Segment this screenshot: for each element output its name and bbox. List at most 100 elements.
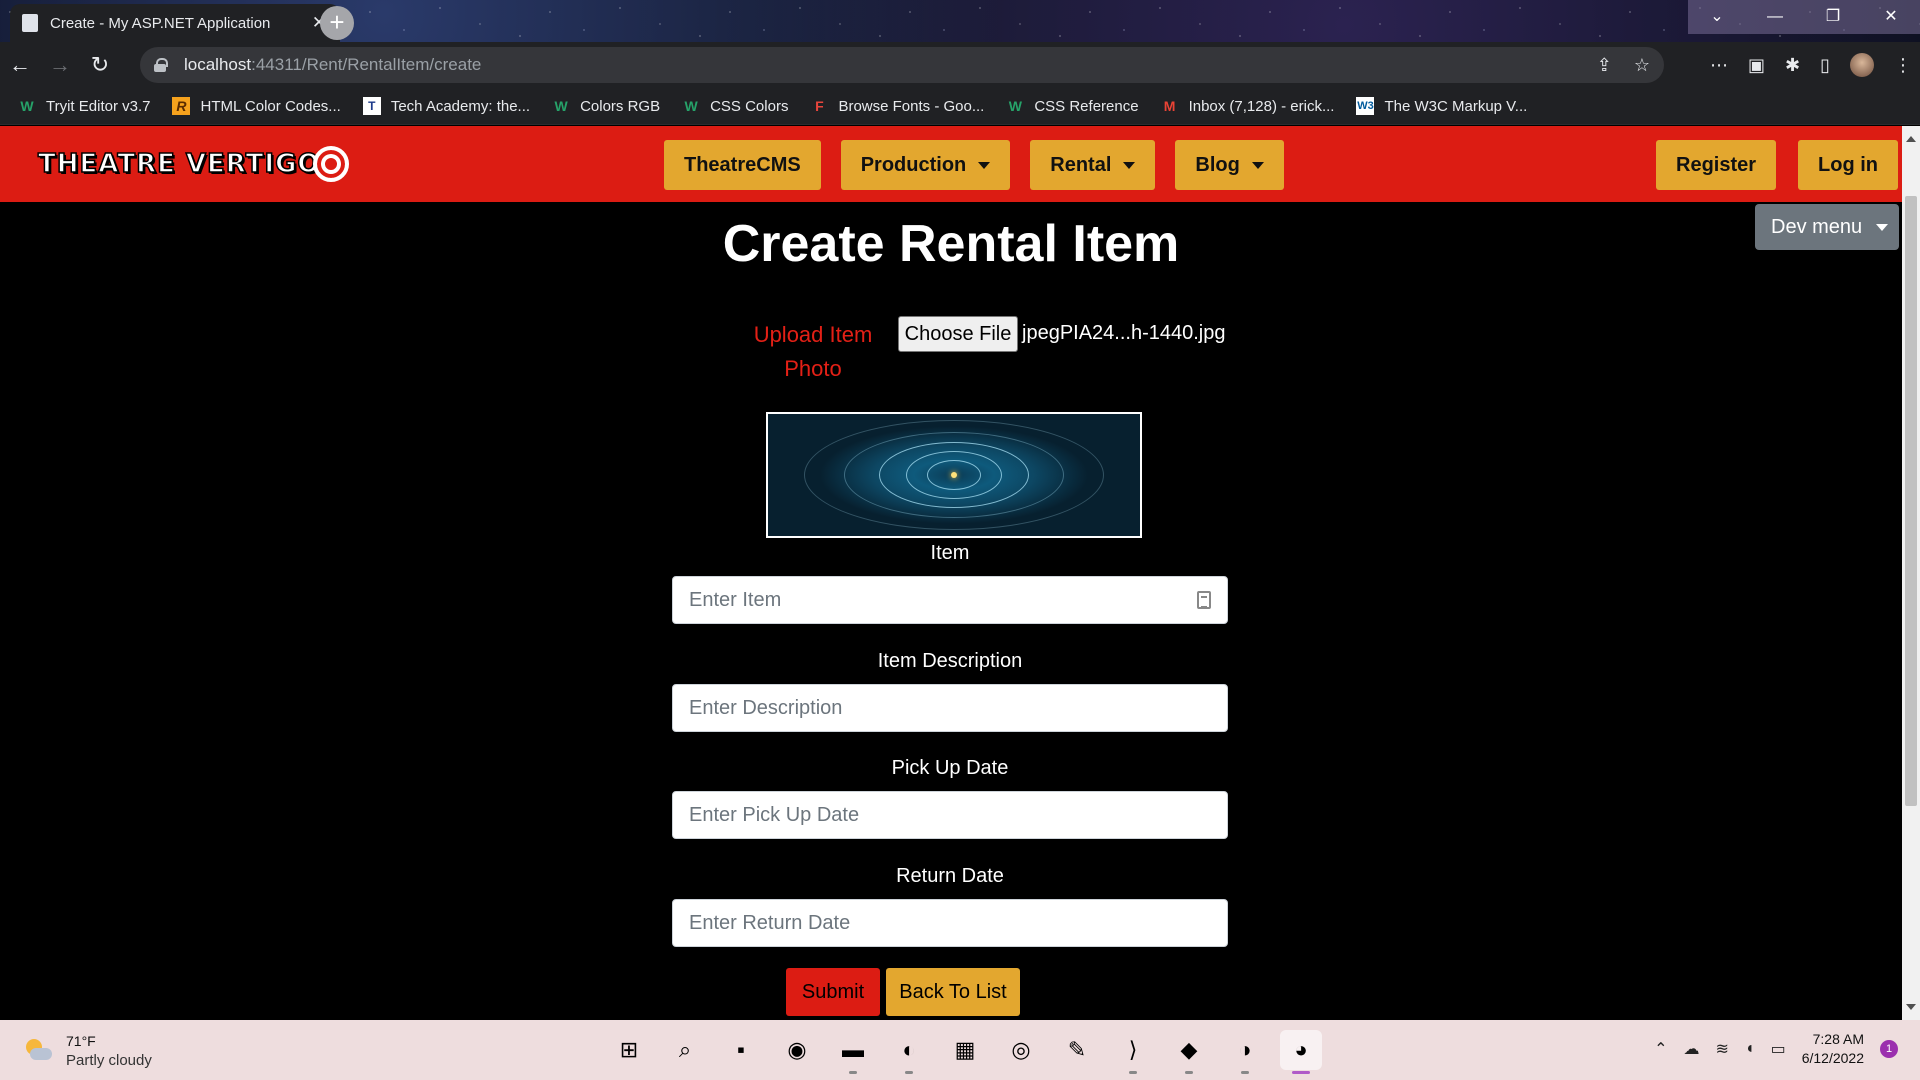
file-explorer-icon[interactable]: ▬ bbox=[832, 1030, 874, 1074]
window-controls: ⌄ — ❐ ✕ bbox=[1688, 0, 1920, 34]
wifi-icon[interactable]: ≋ bbox=[1716, 1039, 1729, 1059]
forward-button[interactable]: → bbox=[40, 45, 80, 85]
taskbar-apps: ⊞ ⌕ ▪ ◉ ▬ ◐ ▦ ◎ ✎ ⟩ ◆ ◑ ◕ bbox=[608, 1030, 1322, 1074]
return-date-field[interactable] bbox=[672, 899, 1228, 947]
weather-text: 71°F Partly cloudy bbox=[66, 1032, 152, 1070]
caret-down-icon bbox=[1123, 161, 1136, 169]
return-date-input[interactable] bbox=[689, 911, 1169, 935]
bookmark-item[interactable]: R HTML Color Codes... bbox=[172, 97, 341, 115]
pickup-date-field[interactable] bbox=[672, 791, 1228, 839]
bookmark-item[interactable]: W Colors RGB bbox=[552, 97, 660, 115]
bookmark-label: CSS Colors bbox=[710, 97, 789, 115]
notification-badge[interactable]: 1 bbox=[1880, 1040, 1898, 1058]
clock-time: 7:28 AM bbox=[1812, 1031, 1864, 1047]
bookmark-item[interactable]: W3 The W3C Markup V... bbox=[1356, 97, 1527, 115]
bookmark-item[interactable]: W Tryit Editor v3.7 bbox=[18, 97, 150, 115]
site-navbar: THEATRE VERTIGO TheatreCMS Production Re… bbox=[0, 126, 1902, 202]
w3schools-icon: W bbox=[554, 98, 568, 114]
profile-avatar[interactable] bbox=[1850, 53, 1874, 77]
weather-widget[interactable]: 71°F Partly cloudy bbox=[24, 1032, 152, 1070]
browser-menu-icon[interactable]: ⋮ bbox=[1894, 55, 1912, 76]
logo-spiral-icon bbox=[312, 146, 349, 182]
edge-icon[interactable]: ◐ bbox=[888, 1030, 930, 1074]
media-app-icon[interactable]: ◎ bbox=[1000, 1030, 1042, 1070]
nav-label: TheatreCMS bbox=[684, 153, 801, 176]
running-indicator bbox=[1292, 1071, 1310, 1074]
windows-taskbar: 71°F Partly cloudy ⊞ ⌕ ▪ ◉ ▬ ◐ ▦ ◎ ✎ ⟩ ◆ ◑ ◕ ⌃ ☁ ≋ ◖… bbox=[0, 1020, 1920, 1080]
register-button[interactable]: Register bbox=[1656, 140, 1777, 190]
site-logo[interactable]: THEATRE VERTIGO bbox=[37, 144, 349, 184]
volume-icon[interactable]: ◖ bbox=[1745, 1040, 1755, 1058]
share-icon[interactable]: ⇪ bbox=[1597, 55, 1612, 76]
gmail-icon: M bbox=[1163, 98, 1176, 114]
bookmark-item[interactable]: F Browse Fonts - Goo... bbox=[810, 97, 984, 115]
clock[interactable]: 7:28 AM 6/12/2022 bbox=[1802, 1030, 1864, 1068]
nav-theatrecms[interactable]: TheatreCMS bbox=[664, 140, 821, 190]
back-button[interactable]: ← bbox=[0, 45, 40, 85]
w3c-icon: W3 bbox=[1356, 97, 1375, 115]
store-icon[interactable]: ▦ bbox=[944, 1030, 986, 1070]
extensions-puzzle-icon[interactable]: ✱ bbox=[1785, 55, 1800, 76]
chat-icon[interactable]: ◉ bbox=[776, 1030, 818, 1070]
main-nav: TheatreCMS Production Rental Blog bbox=[664, 140, 1284, 190]
browser-tab[interactable]: Create - My ASP.NET Application ✕ bbox=[10, 4, 340, 42]
reload-button[interactable]: ↻ bbox=[80, 45, 120, 85]
scroll-thumb[interactable] bbox=[1905, 196, 1917, 806]
bookmark-item[interactable]: T Tech Academy: the... bbox=[362, 97, 530, 115]
scroll-down-arrow-icon[interactable] bbox=[1906, 1004, 1916, 1010]
bookmark-label: CSS Reference bbox=[1034, 97, 1139, 115]
restore-button[interactable]: ❐ bbox=[1804, 0, 1862, 34]
extension-icon[interactable]: ⋯ bbox=[1710, 55, 1728, 76]
pickup-date-label: Pick Up Date bbox=[891, 757, 1009, 779]
clock-date: 6/12/2022 bbox=[1801, 1050, 1864, 1066]
github-desktop-icon[interactable]: ◑ bbox=[1224, 1030, 1266, 1074]
new-tab-button[interactable]: + bbox=[320, 6, 354, 40]
visual-studio-icon[interactable]: ◆ bbox=[1168, 1030, 1210, 1074]
tab-search-icon[interactable]: ⌄ bbox=[1688, 0, 1746, 34]
nav-production-dropdown[interactable]: Production bbox=[840, 140, 1011, 190]
chrome-icon[interactable]: ◕ bbox=[1280, 1030, 1322, 1074]
browser-toolbar: ← → ↻ localhost:44311/Rent/RentalItem/cr… bbox=[0, 42, 1920, 88]
bookmark-item[interactable]: M Inbox (7,128) - erick... bbox=[1161, 97, 1335, 115]
back-to-list-button[interactable]: Back To List bbox=[886, 968, 1020, 1016]
bookmark-star-icon[interactable]: ☆ bbox=[1634, 55, 1650, 76]
side-panel-icon[interactable]: ▯ bbox=[1820, 55, 1830, 76]
nav-blog-dropdown[interactable]: Blog bbox=[1175, 140, 1284, 190]
description-input[interactable] bbox=[689, 696, 1169, 720]
extension-icon[interactable]: ▣ bbox=[1748, 55, 1765, 76]
omnibox-actions: ⇪ ☆ bbox=[1597, 47, 1650, 83]
start-icon[interactable]: ⊞ bbox=[608, 1030, 650, 1070]
close-window-button[interactable]: ✕ bbox=[1862, 0, 1920, 34]
battery-icon[interactable]: ▭ bbox=[1771, 1039, 1786, 1059]
lock-icon[interactable] bbox=[154, 58, 168, 72]
bookmark-label: Browse Fonts - Goo... bbox=[838, 97, 985, 115]
google-fonts-icon: F bbox=[815, 98, 824, 114]
nav-rental-dropdown[interactable]: Rental bbox=[1030, 140, 1156, 190]
address-bar[interactable]: localhost:44311/Rent/RentalItem/create ⇪… bbox=[140, 47, 1664, 83]
item-field[interactable] bbox=[672, 576, 1228, 624]
submit-button[interactable]: Submit bbox=[786, 968, 880, 1016]
task-view-icon[interactable]: ▪ bbox=[720, 1030, 762, 1070]
w3schools-icon: W bbox=[1008, 98, 1022, 114]
vscode-icon[interactable]: ⟩ bbox=[1112, 1030, 1154, 1074]
choose-file-button[interactable]: Choose File bbox=[898, 316, 1018, 352]
item-input[interactable] bbox=[689, 588, 1169, 612]
onedrive-cloud-icon[interactable]: ☁ bbox=[1684, 1039, 1700, 1059]
item-photo-preview bbox=[766, 412, 1142, 538]
caret-down-icon bbox=[1251, 161, 1264, 169]
show-hidden-icons-icon[interactable]: ⌃ bbox=[1654, 1039, 1667, 1059]
scroll-up-arrow-icon[interactable] bbox=[1906, 136, 1916, 142]
bookmark-item[interactable]: W CSS Reference bbox=[1006, 97, 1139, 115]
browser-title-bar: Create - My ASP.NET Application ✕ + ⌄ — … bbox=[0, 0, 1920, 42]
pickup-date-input[interactable] bbox=[689, 803, 1169, 827]
minimize-button[interactable]: — bbox=[1746, 0, 1804, 34]
bookmark-item[interactable]: W CSS Colors bbox=[682, 97, 788, 115]
page-scrollbar[interactable] bbox=[1902, 126, 1920, 1020]
description-label: Item Description bbox=[877, 650, 1023, 672]
description-field[interactable] bbox=[672, 684, 1228, 732]
login-button[interactable]: Log in bbox=[1798, 140, 1899, 190]
search-icon[interactable]: ⌕ bbox=[664, 1030, 706, 1070]
running-indicator bbox=[1185, 1071, 1193, 1074]
autofill-clipboard-icon[interactable] bbox=[1197, 591, 1211, 609]
app-icon[interactable]: ✎ bbox=[1056, 1030, 1098, 1070]
